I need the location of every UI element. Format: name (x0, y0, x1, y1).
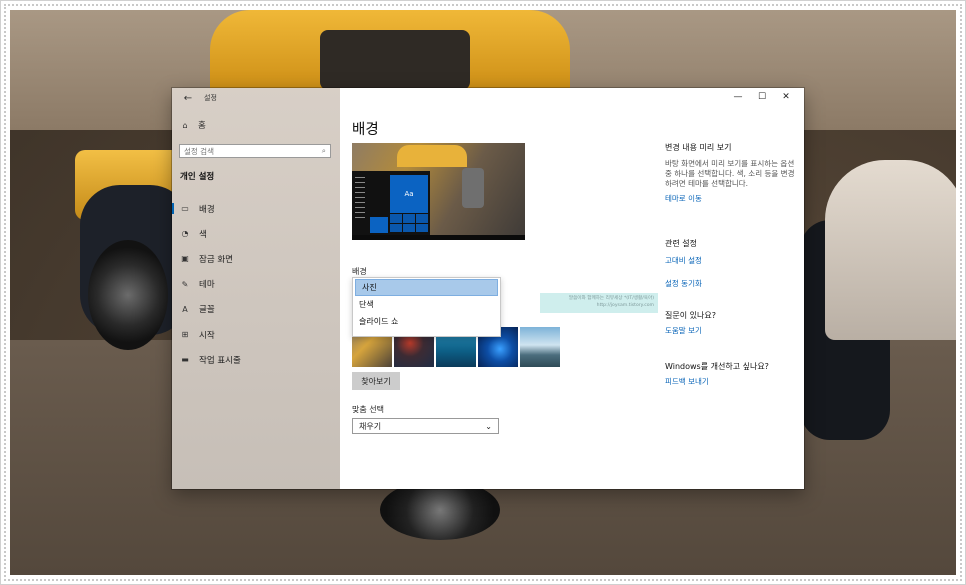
watermark-url: http://joysam.tistory.com (596, 303, 654, 308)
taskbar-icon: ▬ (181, 355, 189, 365)
high-contrast-link[interactable]: 고대비 설정 (665, 255, 797, 266)
sidebar: ← 설정 ⌂ 홈 설정 검색 ⌕ 개인 설정 ▭ 배경 ◔ 색 ▣ 잠금 화면 (172, 88, 340, 489)
background-label: 배경 (352, 267, 367, 276)
recent-image-thumbnail[interactable] (520, 327, 560, 367)
sidebar-item-label: 테마 (199, 280, 215, 291)
lock-screen-icon: ▣ (181, 254, 189, 264)
settings-window: ← 설정 ⌂ 홈 설정 검색 ⌕ 개인 설정 ▭ 배경 ◔ 색 ▣ 잠금 화면 (172, 88, 804, 489)
app-title: 설정 (204, 94, 217, 102)
start-menu-preview: Aa (352, 171, 430, 235)
preview-heading: 변경 내용 미리 보기 (665, 143, 732, 152)
sidebar-item-lock-screen[interactable]: ▣ 잠금 화면 (172, 246, 340, 271)
related-settings: 관련 설정 고대비 설정 설정 동기화 (665, 238, 797, 289)
watermark-text: 말씀이와 함께하는 리뷰세상 *(IT/생활/육아) (568, 296, 654, 301)
font-icon: A (182, 304, 188, 314)
window-controls: — ☐ ✕ (726, 91, 798, 103)
dropdown-option-picture[interactable]: 사진 (355, 279, 498, 296)
title-bar: ← 설정 (182, 93, 217, 104)
related-heading: 관련 설정 (665, 239, 697, 248)
sidebar-item-background[interactable]: ▭ 배경 (172, 196, 340, 221)
dropdown-option-slideshow[interactable]: 슬라이드 쇼 (353, 313, 500, 330)
help-section: 질문이 있나요? 도움말 보기 (665, 310, 797, 336)
fit-label: 맞춤 선택 (352, 405, 384, 414)
search-icon: ⌕ (321, 146, 326, 155)
sidebar-item-label: 배경 (199, 204, 215, 215)
sidebar-item-label: 시작 (199, 330, 215, 341)
sidebar-item-taskbar[interactable]: ▬ 작업 표시줄 (172, 347, 340, 372)
palette-icon: ◔ (181, 229, 189, 239)
dropdown-option-solid-color[interactable]: 단색 (353, 296, 500, 313)
maximize-button[interactable]: ☐ (750, 91, 774, 103)
home-link[interactable]: ⌂ 홈 (180, 119, 206, 132)
feedback-link[interactable]: 피드백 보내기 (665, 376, 797, 387)
home-label: 홈 (198, 121, 206, 131)
back-arrow-icon[interactable]: ← (182, 93, 194, 104)
help-link[interactable]: 도움말 보기 (665, 325, 797, 336)
improve-heading: Windows를 개선하고 싶나요? (665, 362, 769, 371)
sidebar-item-label: 글꼴 (199, 305, 215, 316)
theme-icon: ✎ (181, 279, 189, 289)
watermark: 말씀이와 함께하는 리뷰세상 *(IT/생활/육아) http://joysam… (540, 293, 658, 313)
content-pane: — ☐ ✕ 배경 Aa 배경 사진 단색 슬라이드 쇼 말씀이와 함께하는 리뷰… (340, 88, 804, 489)
minimize-button[interactable]: — (726, 91, 750, 103)
preview-tile: Aa (390, 175, 428, 213)
background-dropdown-list: 사진 단색 슬라이드 쇼 (352, 277, 501, 337)
sidebar-item-label: 작업 표시줄 (199, 355, 241, 366)
fit-select[interactable]: 채우기 ⌄ (352, 418, 499, 434)
preview-description: 바탕 화면에서 미리 보기를 표시하는 옵션 중 하나를 선택합니다. 색, 소… (665, 159, 795, 188)
question-heading: 질문이 있나요? (665, 311, 716, 320)
preview-info: 변경 내용 미리 보기 바탕 화면에서 미리 보기를 표시하는 옵션 중 하나를… (665, 142, 797, 204)
browse-button[interactable]: 찾아보기 (352, 372, 400, 390)
taskbar-preview (352, 235, 525, 240)
page-title: 배경 (352, 122, 379, 138)
search-placeholder: 설정 검색 (184, 146, 214, 156)
start-icon: ⊞ (181, 330, 189, 340)
sidebar-item-label: 색 (199, 229, 207, 240)
sidebar-item-color[interactable]: ◔ 색 (172, 221, 340, 246)
section-heading: 개인 설정 (180, 172, 215, 182)
close-button[interactable]: ✕ (774, 91, 798, 103)
sidebar-item-start[interactable]: ⊞ 시작 (172, 322, 340, 347)
image-icon: ▭ (181, 204, 189, 214)
chevron-down-icon: ⌄ (485, 421, 492, 431)
sidebar-item-label: 잠금 화면 (199, 254, 233, 265)
sidebar-item-font[interactable]: A 글꼴 (172, 297, 340, 322)
search-input[interactable]: 설정 검색 ⌕ (179, 144, 331, 158)
sidebar-nav: ▭ 배경 ◔ 색 ▣ 잠금 화면 ✎ 테마 A 글꼴 ⊞ 시작 ▬ 작업 표시줄 (172, 196, 340, 372)
home-icon: ⌂ (182, 120, 188, 130)
themes-link[interactable]: 테마로 이동 (665, 193, 797, 204)
sidebar-item-theme[interactable]: ✎ 테마 (172, 272, 340, 297)
fit-select-value: 채우기 (359, 421, 382, 431)
desktop-preview: Aa (352, 143, 525, 240)
sync-settings-link[interactable]: 설정 동기화 (665, 278, 797, 289)
feedback-section: Windows를 개선하고 싶나요? 피드백 보내기 (665, 361, 797, 387)
